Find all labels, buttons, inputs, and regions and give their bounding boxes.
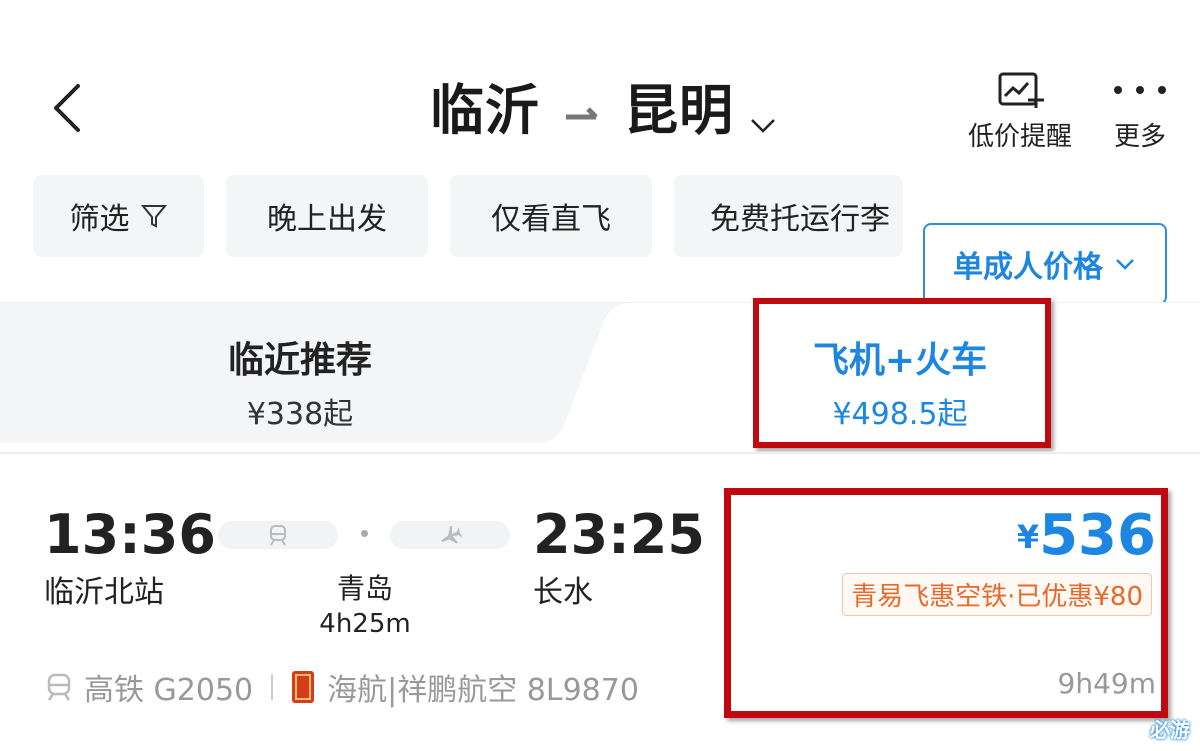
watermark: 必游 [1150, 718, 1190, 742]
flight-number: 海航|祥鹏航空 8L9870 [327, 673, 639, 708]
departure-station: 临沂北站 [44, 575, 164, 610]
tab-recommend[interactable]: 临近推荐 ¥338起 [120, 303, 480, 443]
tab-label: 飞机+火车 [812, 340, 988, 381]
filter-bar: 筛选 晚上出发 仅看直飞 免费托运行李 单成人价格 [33, 175, 1173, 305]
train-number: 高铁 G2050 [84, 673, 254, 708]
price-alert-button[interactable]: 低价提醒 [960, 70, 1080, 153]
route-title[interactable]: 临沂 昆明 [430, 70, 778, 142]
origin-city: 临沂 [430, 78, 540, 142]
departure-time: 13:36 [44, 503, 216, 566]
tab-price: ¥338起 [246, 397, 354, 432]
destination-city: 昆明 [624, 78, 734, 142]
price-mode-label: 单成人价格 [953, 250, 1103, 285]
leg-details: 高铁 G2050 海航|祥鹏航空 8L9870 [44, 665, 639, 709]
price-mode-dropdown[interactable]: 单成人价格 [923, 223, 1167, 305]
transfer-city: 青岛 [336, 572, 393, 605]
train-icon [270, 525, 286, 546]
currency-symbol: ¥ [1016, 518, 1040, 556]
price: ¥536 [1017, 503, 1156, 568]
back-icon[interactable] [40, 78, 100, 138]
tab-label: 临近推荐 [227, 340, 372, 381]
transfer-dot [361, 530, 368, 537]
route-arrow-icon [562, 85, 602, 125]
more-icon [1114, 86, 1166, 94]
transfer-duration: 4h25m [319, 609, 411, 639]
filter-chip-evening[interactable]: 晚上出发 [226, 175, 428, 257]
flight-leg-pill [390, 521, 510, 549]
filter-label: 筛选 [69, 202, 130, 237]
more-label: 更多 [1113, 122, 1166, 152]
chevron-down-icon [1116, 259, 1134, 270]
itinerary-row[interactable]: 13:36 临沂北站 青岛 4h25m 23:25 长水 高铁 G2050 海航… [0, 455, 1200, 751]
train-leg-pill [218, 521, 338, 549]
separator [271, 674, 274, 700]
arrival-station: 长水 [533, 575, 593, 610]
airline-logo-icon [292, 671, 315, 703]
total-duration: 9h49m [1057, 667, 1156, 700]
tab-plane-train[interactable]: 飞机+火车 ¥498.5起 [755, 303, 1045, 443]
filter-chip-label: 仅看直飞 [491, 202, 611, 237]
train-icon [47, 673, 71, 701]
filter-chip-label: 晚上出发 [267, 202, 387, 237]
divider [0, 452, 1200, 454]
filter-chip[interactable]: 筛选 [33, 175, 204, 257]
more-button[interactable]: 更多 [1100, 70, 1180, 153]
tab-price: ¥498.5起 [832, 397, 968, 432]
plane-icon [441, 525, 462, 544]
filter-chip-direct[interactable]: 仅看直飞 [450, 175, 652, 257]
funnel-icon [140, 205, 167, 228]
price-value: 536 [1039, 503, 1156, 568]
price-alert-label: 低价提醒 [967, 122, 1072, 152]
promo-badge: 青易飞惠空铁·已优惠¥80 [842, 573, 1152, 616]
price-alert-icon [998, 72, 1044, 108]
filter-chip-label: 免费托运行李 [710, 202, 890, 237]
filter-chip-free-baggage[interactable]: 免费托运行李 [674, 175, 903, 257]
arrival-time: 23:25 [533, 503, 705, 566]
result-tabs: 临近推荐 ¥338起 飞机+火车 ¥498.5起 [0, 302, 1200, 452]
header: 临沂 昆明 低价提醒 更多 [0, 0, 1200, 165]
chevron-down-icon [748, 90, 778, 133]
